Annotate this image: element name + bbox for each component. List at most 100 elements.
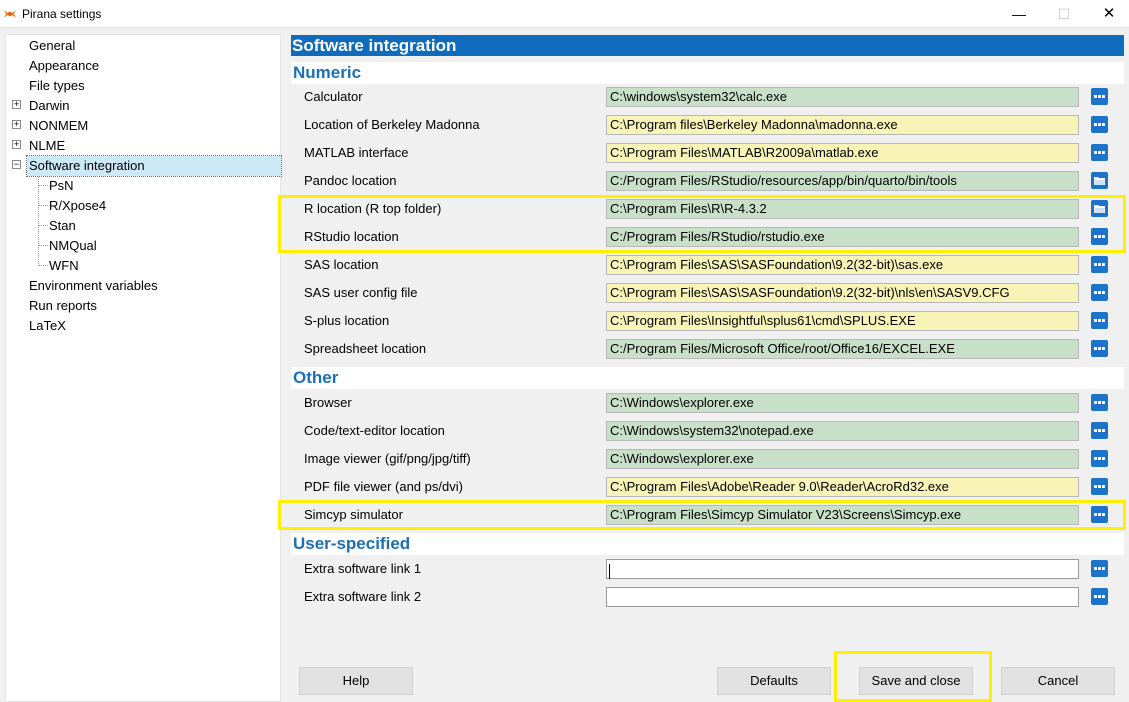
tree-item-nmqual[interactable]: NMQual [47,236,99,256]
tree-item-nlme[interactable]: NLME [27,136,67,156]
ellipsis-browse-icon[interactable] [1091,478,1108,495]
setting-label-s-plus-location: S-plus location [304,313,390,328]
ellipsis-browse-icon[interactable] [1091,284,1108,301]
minimize-button[interactable]: — [996,0,1042,28]
maximize-button[interactable]: ☐ [1041,0,1087,28]
ellipsis-icon [1094,263,1105,266]
ellipsis-browse-icon[interactable] [1091,88,1108,105]
window-title: Pirana settings [22,7,102,21]
ellipsis-icon [1094,485,1105,488]
path-field-spreadsheet-location[interactable]: C:/Program Files/Microsoft Office/root/O… [606,339,1079,359]
path-field-simcyp-simulator[interactable]: C:\Program Files\Simcyp Simulator V23\Sc… [606,505,1079,525]
path-field-extra-software-link-2[interactable] [606,587,1079,607]
expand-nlme-icon[interactable]: + [12,140,21,149]
setting-label-browser: Browser [304,395,352,410]
tree-item-environment-variables[interactable]: Environment variables [27,276,160,296]
setting-label-pdf-file-viewer-and-ps-dvi: PDF file viewer (and ps/dvi) [304,479,463,494]
path-field-matlab-interface[interactable]: C:\Program Files\MATLAB\R2009a\matlab.ex… [606,143,1079,163]
section-user-specified: User-specified [291,533,1124,555]
folder-browse-icon[interactable] [1091,200,1108,217]
path-field-calculator[interactable]: C:\windows\system32\calc.exe [606,87,1079,107]
tree-item-run-reports[interactable]: Run reports [27,296,99,316]
tree-item-stan[interactable]: Stan [47,216,78,236]
setting-label-pandoc-location: Pandoc location [304,173,397,188]
ellipsis-icon [1094,95,1105,98]
path-field-sas-location[interactable]: C:\Program Files\SAS\SASFoundation\9.2(3… [606,255,1079,275]
path-field-s-plus-location[interactable]: C:\Program Files\Insightful\splus61\cmd\… [606,311,1079,331]
path-field-sas-user-config-file[interactable]: C:\Program Files\SAS\SASFoundation\9.2(3… [606,283,1079,303]
ellipsis-browse-icon[interactable] [1091,340,1108,357]
tree-item-appearance[interactable]: Appearance [27,56,101,76]
ellipsis-browse-icon[interactable] [1091,312,1108,329]
ellipsis-browse-icon[interactable] [1091,116,1108,133]
tree-item-file-types[interactable]: File types [27,76,87,96]
path-field-rstudio-location[interactable]: C:/Program Files/RStudio/rstudio.exe [606,227,1079,247]
help-button[interactable]: Help [299,667,413,695]
setting-label-matlab-interface: MATLAB interface [304,145,409,160]
ellipsis-icon [1094,235,1105,238]
path-field-pdf-file-viewer-and-ps-dvi[interactable]: C:\Program Files\Adobe\Reader 9.0\Reader… [606,477,1079,497]
tree-item-software-integration[interactable]: Software integration [26,155,282,177]
ellipsis-icon [1094,513,1105,516]
ellipsis-icon [1094,595,1105,598]
expand-darwin-icon[interactable]: + [12,100,21,109]
path-field-image-viewer-gif-png-jpg-tiff[interactable]: C:\Windows\explorer.exe [606,449,1079,469]
title-bar: Pirana settings — ☐ ✕ [0,0,1129,28]
tree-item-r-xpose4[interactable]: R/Xpose4 [47,196,108,216]
settings-panel: Software integration Numeric Other User-… [278,34,1129,702]
tree-item-darwin[interactable]: Darwin [27,96,71,116]
setting-label-image-viewer-gif-png-jpg-tiff: Image viewer (gif/png/jpg/tiff) [304,451,471,466]
settings-tree: + + + − General Appearance File types Da… [5,34,282,702]
ellipsis-icon [1094,151,1105,154]
setting-label-sas-location: SAS location [304,257,379,272]
tree-item-psn[interactable]: PsN [47,176,76,196]
path-field-extra-software-link-1[interactable] [606,559,1079,579]
ellipsis-browse-icon[interactable] [1091,394,1108,411]
setting-label-location-of-berkeley-madonna: Location of Berkeley Madonna [304,117,480,132]
close-button[interactable]: ✕ [1086,0,1129,28]
setting-label-r-location-r-top-folder: R location (R top folder) [304,201,442,216]
path-field-r-location-r-top-folder[interactable]: C:\Program Files\R\R-4.3.2 [606,199,1079,219]
ellipsis-icon [1094,123,1105,126]
folder-icon [1094,177,1105,185]
path-field-code-text-editor-location[interactable]: C:\Windows\system32\notepad.exe [606,421,1079,441]
tree-item-general[interactable]: General [27,36,77,56]
ellipsis-browse-icon[interactable] [1091,560,1108,577]
path-field-location-of-berkeley-madonna[interactable]: C:\Program files\Berkeley Madonna\madonn… [606,115,1079,135]
ellipsis-browse-icon[interactable] [1091,588,1108,605]
panel-header: Software integration [291,35,1124,56]
defaults-button[interactable]: Defaults [717,667,831,695]
ellipsis-icon [1094,401,1105,404]
text-caret [609,564,610,579]
setting-label-simcyp-simulator: Simcyp simulator [304,507,403,522]
setting-label-spreadsheet-location: Spreadsheet location [304,341,427,356]
ellipsis-icon [1094,457,1105,460]
ellipsis-browse-icon[interactable] [1091,506,1108,523]
ellipsis-icon [1094,319,1105,322]
ellipsis-icon [1094,429,1105,432]
setting-label-rstudio-location: RStudio location [304,229,399,244]
tree-connector [38,175,39,266]
ellipsis-browse-icon[interactable] [1091,422,1108,439]
ellipsis-icon [1094,567,1105,570]
ellipsis-browse-icon[interactable] [1091,256,1108,273]
cancel-button[interactable]: Cancel [1001,667,1115,695]
save-and-close-button[interactable]: Save and close [859,667,973,695]
folder-browse-icon[interactable] [1091,172,1108,189]
tree-item-wfn[interactable]: WFN [47,256,81,276]
ellipsis-icon [1094,347,1105,350]
ellipsis-browse-icon[interactable] [1091,144,1108,161]
pirana-logo-icon [4,10,16,18]
section-other: Other [291,367,1124,389]
expand-nonmem-icon[interactable]: + [12,120,21,129]
ellipsis-browse-icon[interactable] [1091,228,1108,245]
tree-item-nonmem[interactable]: NONMEM [27,116,90,136]
ellipsis-browse-icon[interactable] [1091,450,1108,467]
setting-label-extra-software-link-2: Extra software link 2 [304,589,422,604]
collapse-software-integration-icon[interactable]: − [12,160,21,169]
tree-item-latex[interactable]: LaTeX [27,316,68,336]
ellipsis-icon [1094,291,1105,294]
setting-label-extra-software-link-1: Extra software link 1 [304,561,422,576]
path-field-browser[interactable]: C:\Windows\explorer.exe [606,393,1079,413]
path-field-pandoc-location[interactable]: C:/Program Files/RStudio/resources/app/b… [606,171,1079,191]
